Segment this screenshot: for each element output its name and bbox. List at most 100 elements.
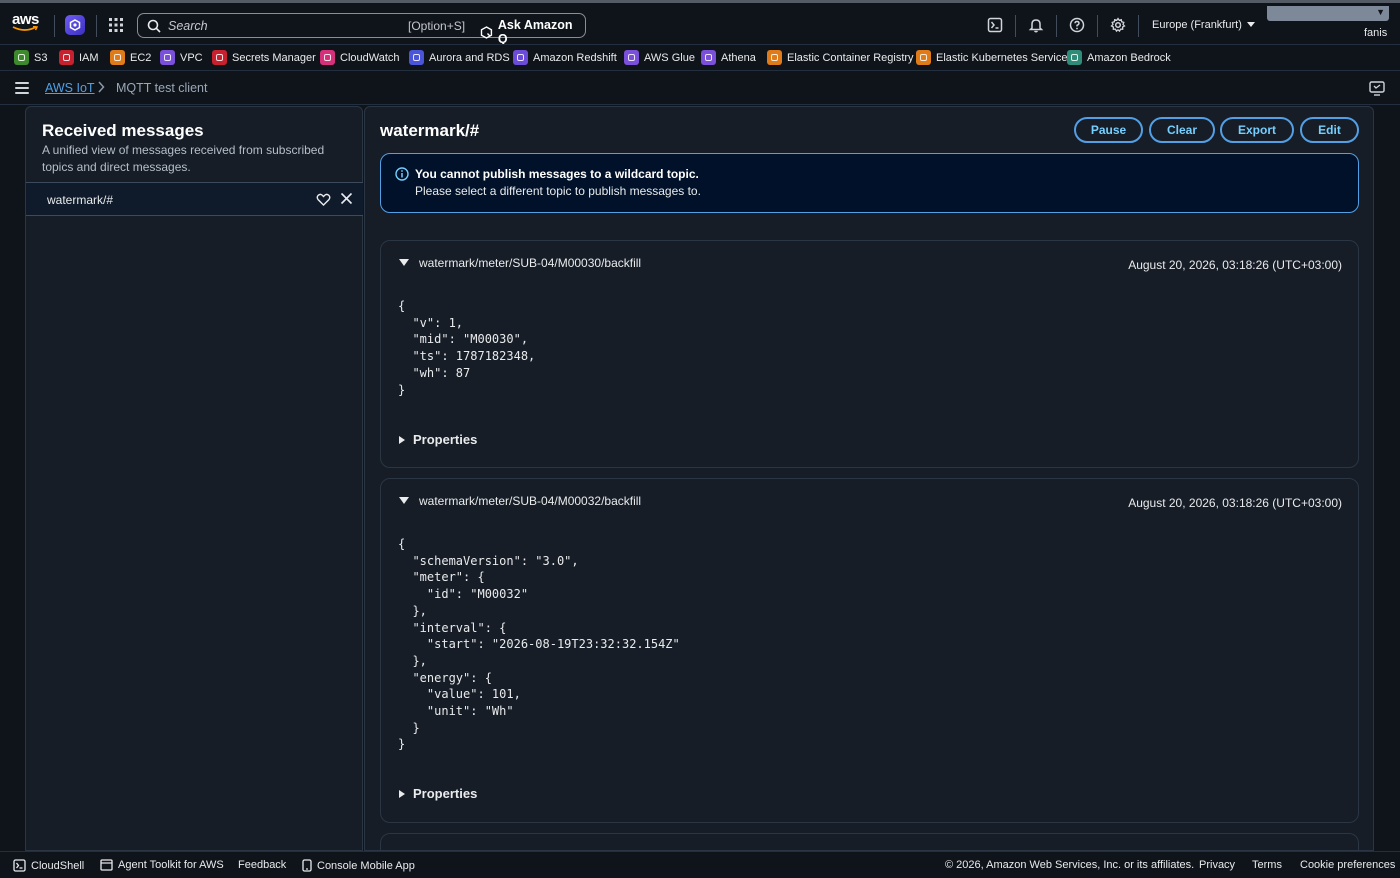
ecr-service-icon (767, 50, 782, 65)
caret-down-icon[interactable] (399, 259, 409, 267)
favorite-label: Amazon Bedrock (1087, 51, 1171, 64)
account-menu-box[interactable]: ▼ (1267, 6, 1389, 21)
feedback-label: Feedback (238, 859, 287, 871)
cloudshell-link[interactable]: CloudShell (13, 859, 84, 872)
breadcrumb-bar: AWS IoT MQTT test client (0, 72, 1400, 105)
topic-title: watermark/# (380, 121, 480, 140)
favorite-label: CloudWatch (340, 51, 400, 64)
message-card (380, 833, 1359, 850)
favorite-cloudwatch[interactable]: CloudWatch (320, 50, 400, 65)
top-navigation: aws Search [Option+S] Ask Amazon Q Europ… (0, 0, 1400, 46)
search-input[interactable]: Search [Option+S] Ask Amazon Q (137, 13, 586, 46)
message-topic: watermark/meter/SUB-04/M00030/backfill (419, 256, 642, 270)
aws-logo[interactable]: aws (12, 11, 44, 37)
favorite-label: S3 (34, 51, 48, 64)
info-alert: You cannot publish messages to a wildcar… (380, 153, 1359, 213)
favorites-bar: S3 IAM EC2 VPC Secrets Manager CloudWatc… (0, 44, 1400, 71)
favorite-ecr[interactable]: Elastic Container Registry (767, 50, 914, 65)
console-mobile-app-link[interactable]: Console Mobile App (302, 859, 415, 872)
menu-hamburger-icon[interactable] (15, 82, 29, 94)
vpc-service-icon (160, 50, 175, 65)
divider (1097, 15, 1098, 37)
window-icon (100, 859, 113, 871)
help-icon[interactable] (1069, 17, 1085, 33)
message-timestamp: August 20, 2026, 03:18:26 (UTC+03:00) (1128, 496, 1342, 510)
agent-toolkit-label: Agent Toolkit for AWS (118, 859, 224, 871)
divider (1056, 15, 1057, 37)
favorite-bedrock[interactable]: Amazon Bedrock (1067, 50, 1171, 65)
cookie-preferences-label: Cookie preferences (1300, 859, 1396, 871)
caret-right-icon (399, 435, 405, 444)
ask-amazon-q-button[interactable]: Ask Amazon Q (480, 18, 585, 46)
settings-gear-icon[interactable] (1110, 17, 1126, 33)
amazon-q-icon[interactable] (65, 15, 85, 35)
divider (96, 15, 97, 37)
favorite-label: Elastic Kubernetes Service (936, 51, 1068, 64)
terms-link[interactable]: Terms (1252, 859, 1282, 871)
clear-button[interactable]: Clear (1149, 117, 1215, 143)
agent-toolkit-link[interactable]: Agent Toolkit for AWS (100, 859, 224, 871)
services-grid-icon[interactable] (108, 17, 124, 33)
cloudshell-icon (13, 859, 26, 872)
favorite-label: Secrets Manager (232, 51, 316, 64)
caret-down-icon[interactable] (399, 497, 409, 505)
favorite-glue[interactable]: AWS Glue (624, 50, 695, 65)
info-icon (395, 167, 409, 181)
properties-label: Properties (413, 786, 478, 801)
topic-messages-panel: watermark/# Pause Clear Export Edit You … (364, 106, 1374, 851)
favorite-heart-icon[interactable] (316, 192, 331, 207)
close-icon[interactable] (340, 192, 353, 205)
favorite-label: Elastic Container Registry (787, 51, 914, 64)
ec2-service-icon (110, 50, 125, 65)
account-name[interactable]: fanis (1364, 27, 1387, 39)
notifications-bell-icon[interactable] (1028, 17, 1044, 33)
s3-service-icon (14, 50, 29, 65)
favorite-redshift[interactable]: Amazon Redshift (513, 50, 617, 65)
panel-title: Received messages (42, 121, 204, 140)
divider (1138, 15, 1139, 37)
secrets-manager-service-icon (212, 50, 227, 65)
favorite-iam[interactable]: IAM (59, 50, 99, 65)
edit-button[interactable]: Edit (1300, 117, 1359, 143)
copyright-text: © 2026, Amazon Web Services, Inc. or its… (945, 859, 1194, 871)
amazon-q-small-icon (480, 25, 493, 39)
aws-logo-text: aws (12, 11, 39, 28)
privacy-label: Privacy (1199, 859, 1236, 871)
properties-toggle[interactable]: Properties (399, 786, 477, 801)
subscription-topic: watermark/# (47, 193, 114, 207)
favorite-label: AWS Glue (644, 51, 695, 64)
alert-title: You cannot publish messages to a wildcar… (415, 167, 699, 181)
bedrock-service-icon (1067, 50, 1082, 65)
caret-right-icon (399, 789, 405, 798)
redshift-service-icon (513, 50, 528, 65)
cloudshell-icon[interactable] (987, 17, 1003, 33)
message-timestamp: August 20, 2026, 03:18:26 (UTC+03:00) (1128, 258, 1342, 272)
region-selector[interactable]: Europe (Frankfurt) (1152, 19, 1255, 31)
favorite-athena[interactable]: Athena (701, 50, 756, 65)
terms-label: Terms (1252, 859, 1282, 871)
favorite-secrets-manager[interactable]: Secrets Manager (212, 50, 316, 65)
export-button[interactable]: Export (1220, 117, 1294, 143)
message-payload: { "schemaVersion": "3.0", "meter": { "id… (398, 537, 680, 752)
breadcrumb-aws-iot[interactable]: AWS IoT (45, 81, 95, 95)
search-shortcut: [Option+S] (408, 19, 466, 33)
feedback-link[interactable]: Feedback (238, 859, 286, 871)
breadcrumb-current: MQTT test client (116, 81, 208, 95)
favorite-ec2[interactable]: EC2 (110, 50, 151, 65)
favorite-eks[interactable]: Elastic Kubernetes Service (916, 50, 1067, 65)
cookie-preferences-link[interactable]: Cookie preferences (1300, 859, 1395, 871)
favorite-vpc[interactable]: VPC (160, 50, 203, 65)
region-label: Europe (Frankfurt) (1152, 19, 1242, 31)
iam-service-icon (59, 50, 74, 65)
favorite-aurora-rds[interactable]: Aurora and RDS (409, 50, 510, 65)
display-settings-icon[interactable] (1369, 81, 1385, 96)
caret-down-icon: ▼ (1376, 7, 1385, 17)
privacy-link[interactable]: Privacy (1199, 859, 1235, 871)
cloudwatch-service-icon (320, 50, 335, 65)
properties-toggle[interactable]: Properties (399, 432, 477, 447)
subscription-item[interactable]: watermark/# (26, 182, 363, 216)
favorite-s3[interactable]: S3 (14, 50, 47, 65)
favorite-label: IAM (79, 51, 99, 64)
received-messages-panel: Received messages A unified view of mess… (25, 106, 363, 851)
pause-button[interactable]: Pause (1074, 117, 1143, 143)
